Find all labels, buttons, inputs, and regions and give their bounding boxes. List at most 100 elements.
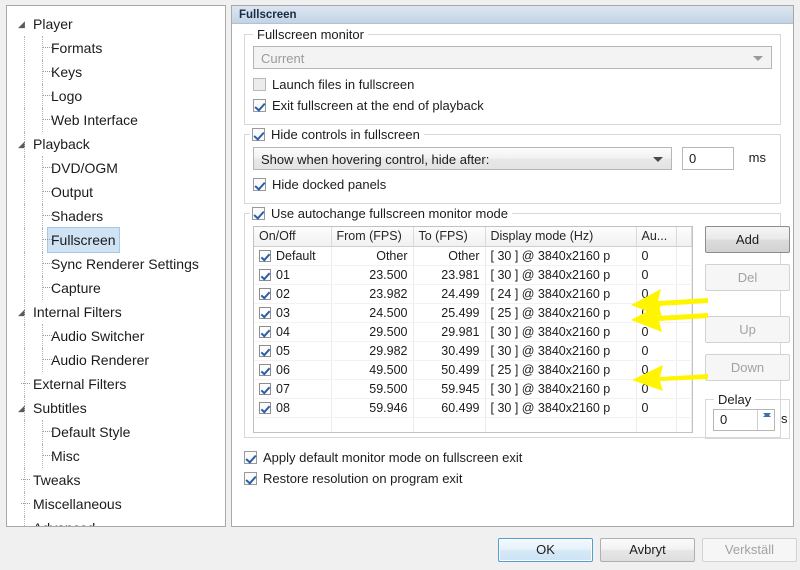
row-enabled-cell[interactable]: 08: [254, 398, 332, 418]
sidebar-item-playback[interactable]: ◢ Playback: [7, 132, 225, 156]
row-enabled-checkbox[interactable]: [259, 344, 271, 357]
restore-resolution-checkbox[interactable]: Restore resolution on program exit: [244, 468, 781, 489]
fullscreen-monitor-combo[interactable]: Current: [253, 46, 772, 69]
sidebar-item-formats[interactable]: Formats: [7, 36, 225, 60]
expander-triangle-icon[interactable]: ◢: [18, 12, 30, 36]
row-enabled-checkbox[interactable]: [259, 249, 271, 262]
apply-button[interactable]: Verkställ: [702, 538, 797, 562]
delay-spinner[interactable]: 0: [713, 409, 775, 431]
sidebar-item-audio-renderer[interactable]: Audio Renderer: [7, 348, 225, 372]
hide-controls-mode-combo[interactable]: Show when hovering control, hide after:: [253, 147, 672, 170]
sidebar-item-dvd-ogm[interactable]: DVD/OGM: [7, 156, 225, 180]
sidebar-item-label: Misc: [51, 448, 80, 464]
ok-button[interactable]: OK: [498, 538, 593, 562]
table-row[interactable]: Default Other Other[ 30 ] @ 3840x2160 p0: [254, 246, 692, 266]
add-button[interactable]: Add: [705, 226, 790, 253]
table-empty-cell: [413, 417, 486, 432]
tree-guide-line: [24, 492, 25, 516]
sidebar-item-misc[interactable]: Misc: [7, 444, 225, 468]
row-enabled-checkbox[interactable]: [259, 401, 271, 414]
settings-tree-panel[interactable]: ◢ Player Formats Keys Logo Web Interface ◢ Play…: [6, 5, 226, 527]
row-to-fps: 50.499: [413, 360, 486, 380]
settings-content-pane: Fullscreen Fullscreen monitor Current La…: [231, 5, 794, 527]
delay-value: 0: [720, 412, 728, 427]
row-enabled-cell[interactable]: 01: [254, 265, 332, 285]
autochange-label: Use autochange fullscreen monitor mode: [271, 206, 509, 221]
del-button[interactable]: Del: [705, 264, 790, 291]
table-column-header[interactable]: On/Off: [254, 227, 332, 247]
sidebar-item-player[interactable]: ◢ Player: [7, 12, 225, 36]
row-name: 08: [276, 400, 290, 415]
exit-fullscreen-end-playback-checkbox[interactable]: Exit fullscreen at the end of playback: [253, 95, 772, 116]
delay-spinner-buttons[interactable]: [757, 410, 774, 430]
sidebar-item-fullscreen[interactable]: Fullscreen: [7, 227, 225, 253]
sidebar-item-label: Logo: [51, 88, 83, 104]
table-column-header[interactable]: Au...: [636, 227, 677, 247]
row-enabled-cell[interactable]: 02: [254, 284, 332, 304]
autochange-group-title: Use autochange fullscreen monitor mode: [250, 206, 513, 221]
row-enabled-checkbox[interactable]: [259, 363, 271, 376]
table-row[interactable]: 04 29.500 29.981[ 30 ] @ 3840x2160 p0: [254, 322, 692, 342]
sidebar-item-label: Subtitles: [33, 400, 87, 416]
sidebar-item-sync-renderer-settings[interactable]: Sync Renderer Settings: [7, 252, 225, 276]
sidebar-item-label: Miscellaneous: [33, 496, 122, 512]
row-enabled-checkbox[interactable]: [259, 268, 271, 281]
sidebar-item-keys[interactable]: Keys: [7, 60, 225, 84]
tree-guide-line: [42, 84, 43, 108]
table-row[interactable]: 03 24.500 25.499[ 25 ] @ 3840x2160 p0: [254, 303, 692, 323]
table-empty-row: [254, 417, 692, 432]
sidebar-item-label: Audio Switcher: [51, 328, 145, 344]
autochange-checkbox[interactable]: Use autochange fullscreen monitor mode: [252, 206, 508, 221]
sidebar-item-output[interactable]: Output: [7, 180, 225, 204]
sidebar-item-external-filters[interactable]: External Filters: [7, 372, 225, 396]
down-button[interactable]: Down: [705, 354, 790, 381]
table-column-header[interactable]: [676, 227, 692, 247]
table-column-header[interactable]: To (FPS): [413, 227, 486, 247]
table-row[interactable]: 06 49.500 50.499[ 25 ] @ 3840x2160 p0: [254, 360, 692, 380]
apply-default-monitor-mode-checkbox[interactable]: Apply default monitor mode on fullscreen…: [244, 447, 781, 468]
hide-docked-panels-checkbox[interactable]: Hide docked panels: [253, 174, 772, 195]
row-enabled-cell[interactable]: 05: [254, 341, 332, 361]
delay-unit: s: [781, 411, 788, 426]
sidebar-item-advanced[interactable]: Advanced: [7, 516, 225, 526]
sidebar-item-miscellaneous[interactable]: Miscellaneous: [7, 492, 225, 516]
table-row[interactable]: 05 29.982 30.499[ 30 ] @ 3840x2160 p0: [254, 341, 692, 361]
page-title: Fullscreen: [232, 6, 793, 24]
table-row[interactable]: 01 23.500 23.981[ 30 ] @ 3840x2160 p0: [254, 265, 692, 285]
sidebar-item-audio-switcher[interactable]: Audio Switcher: [7, 324, 225, 348]
sidebar-item-internal-filters[interactable]: ◢ Internal Filters: [7, 300, 225, 324]
sidebar-item-logo[interactable]: Logo: [7, 84, 225, 108]
hide-after-delay-input[interactable]: 0: [682, 147, 734, 170]
table-column-header[interactable]: Display mode (Hz): [485, 227, 637, 247]
row-enabled-cell[interactable]: 03: [254, 303, 332, 323]
sidebar-item-capture[interactable]: Capture: [7, 276, 225, 300]
row-enabled-cell[interactable]: 06: [254, 360, 332, 380]
row-enabled-checkbox[interactable]: [259, 382, 271, 395]
hide-controls-checkbox[interactable]: Hide controls in fullscreen: [252, 127, 420, 142]
row-enabled-cell[interactable]: 07: [254, 379, 332, 399]
sidebar-item-subtitles[interactable]: ◢ Subtitles: [7, 396, 225, 420]
cancel-button[interactable]: Avbryt: [600, 538, 695, 562]
display-modes-table-container[interactable]: On/Off From (FPS) To (FPS) Display mode (Hz…: [253, 226, 693, 433]
tree-guide-dash: [43, 191, 52, 192]
launch-files-fullscreen-checkbox[interactable]: Launch files in fullscreen: [253, 74, 772, 95]
tree-guide-dash: [43, 167, 52, 168]
row-enabled-checkbox[interactable]: [259, 287, 271, 300]
table-column-header[interactable]: From (FPS): [331, 227, 414, 247]
tree-guide-line: [42, 108, 43, 132]
row-enabled-checkbox[interactable]: [259, 306, 271, 319]
up-button[interactable]: Up: [705, 316, 790, 343]
sidebar-item-shaders[interactable]: Shaders: [7, 204, 225, 228]
hide-controls-group: Hide controls in fullscreen Show when ho…: [244, 127, 781, 204]
table-row[interactable]: 02 23.982 24.499[ 24 ] @ 3840x2160 p0: [254, 284, 692, 304]
row-enabled-checkbox[interactable]: [259, 325, 271, 338]
sidebar-item-label: Audio Renderer: [51, 352, 150, 368]
sidebar-item-default-style[interactable]: Default Style: [7, 420, 225, 444]
table-row[interactable]: 07 59.500 59.945[ 30 ] @ 3840x2160 p0: [254, 379, 692, 399]
table-row[interactable]: 08 59.946 60.499[ 30 ] @ 3840x2160 p0: [254, 398, 692, 418]
row-enabled-cell[interactable]: 04: [254, 322, 332, 342]
sidebar-item-web-interface[interactable]: Web Interface: [7, 108, 225, 132]
row-enabled-cell[interactable]: Default: [254, 246, 332, 266]
sidebar-item-tweaks[interactable]: Tweaks: [7, 468, 225, 492]
row-from-fps: 59.500: [331, 379, 414, 399]
